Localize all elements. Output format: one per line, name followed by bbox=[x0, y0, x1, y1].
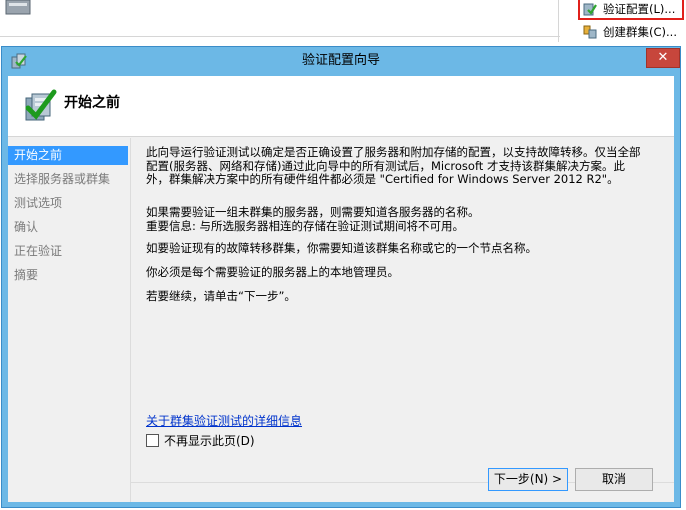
create-cluster-action[interactable]: 创建群集(C)... bbox=[578, 22, 677, 42]
wizard-steps-nav: 开始之前 选择服务器或群集 测试选项 确认 正在验证 摘要 bbox=[8, 138, 130, 502]
wizard-icon bbox=[11, 53, 27, 69]
window-title: 验证配置向导 bbox=[301, 53, 380, 68]
title-bar[interactable]: 验证配置向导 ✕ bbox=[2, 47, 680, 75]
do-not-show-checkbox[interactable] bbox=[146, 434, 159, 447]
cancel-button[interactable]: 取消 bbox=[575, 468, 653, 491]
wizard-content: 此向导运行验证测试以确定是否正确设置了服务器和附加存储的配置，以支持故障转移。仅… bbox=[146, 138, 666, 448]
step-select-servers: 选择服务器或群集 bbox=[14, 172, 111, 186]
step-summary: 摘要 bbox=[14, 268, 39, 282]
continue-paragraph: 若要继续，请单击“下一步”。 bbox=[146, 289, 296, 303]
validate-configuration-action[interactable]: 验证配置(L)... bbox=[578, 0, 684, 20]
step-before-you-begin[interactable]: 开始之前 bbox=[8, 146, 128, 165]
validate-configuration-label: 验证配置(L)... bbox=[603, 2, 676, 16]
do-not-show-label: 不再显示此页(D) bbox=[164, 434, 255, 448]
more-info-link[interactable]: 关于群集验证测试的详细信息 bbox=[146, 412, 302, 429]
intro-paragraph: 此向导运行验证测试以确定是否正确设置了服务器和附加存储的配置，以支持故障转移。仅… bbox=[146, 145, 641, 186]
existing-cluster-paragraph: 如要验证现有的故障转移群集，你需要知道该群集名称或它的一个节点名称。 bbox=[146, 241, 537, 255]
actions-pane: 验证配置(L)... 创建群集(C)... bbox=[574, 0, 686, 44]
next-button[interactable]: 下一步(N) > bbox=[488, 468, 568, 491]
do-not-show-row[interactable]: 不再显示此页(D) bbox=[146, 432, 255, 449]
validate-checkmark-icon bbox=[25, 89, 57, 121]
wizard-body: 开始之前 开始之前 选择服务器或群集 测试选项 确认 正在验证 摘要 此向导运行… bbox=[8, 76, 674, 502]
background-divider-vertical bbox=[558, 0, 559, 42]
wizard-header: 开始之前 bbox=[8, 76, 674, 137]
create-cluster-label: 创建群集(C)... bbox=[603, 25, 677, 39]
servers-paragraph: 如果需要验证一组未群集的服务器，则需要知道各服务器的名称。 bbox=[146, 205, 480, 219]
step-testing-options: 测试选项 bbox=[14, 196, 63, 210]
nav-divider bbox=[130, 138, 131, 502]
validate-configuration-wizard: 验证配置向导 ✕ 开始之前 开始之前 选择服务器或群集 测试选项 确认 正在验证 bbox=[1, 46, 681, 508]
background-divider bbox=[0, 36, 560, 37]
page-title: 开始之前 bbox=[64, 95, 120, 111]
important-paragraph: 重要信息: 与所选服务器相连的存储在验证测试期间将不可用。 bbox=[146, 219, 465, 233]
step-validating: 正在验证 bbox=[14, 244, 63, 258]
validate-icon bbox=[583, 3, 597, 16]
step-confirmation: 确认 bbox=[14, 220, 39, 234]
admin-paragraph: 你必须是每个需要验证的服务器上的本地管理员。 bbox=[146, 265, 399, 279]
server-icon bbox=[5, 0, 31, 15]
create-cluster-icon bbox=[583, 25, 597, 39]
close-button[interactable]: ✕ bbox=[646, 48, 680, 68]
